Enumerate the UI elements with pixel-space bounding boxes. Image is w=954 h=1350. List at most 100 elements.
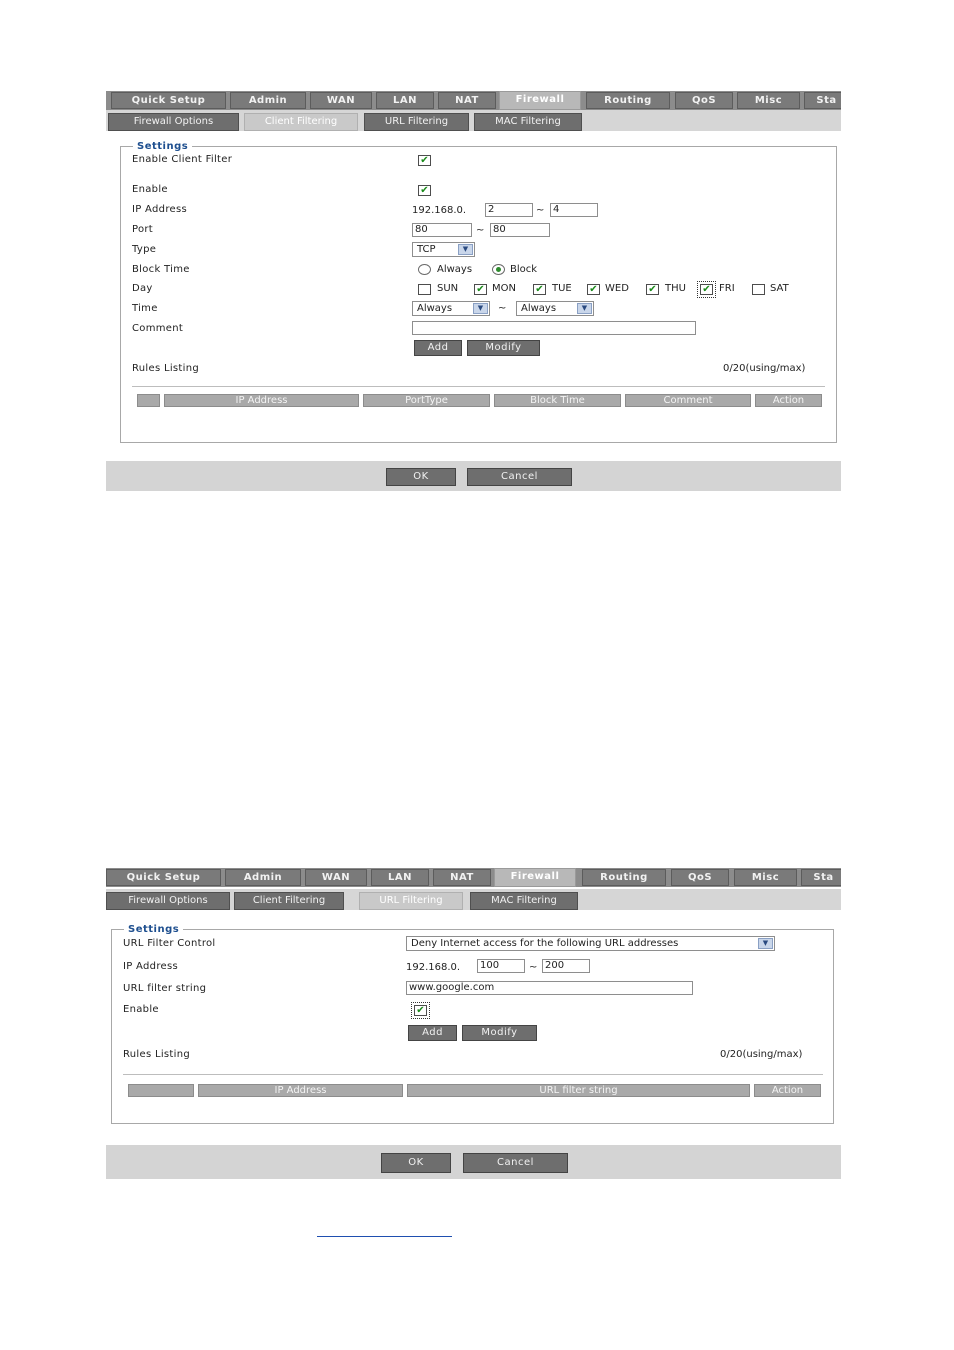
tab-misc[interactable]: Misc [737, 92, 800, 109]
tab-nat[interactable]: NAT [438, 92, 496, 109]
tab-qos[interactable]: QoS [675, 92, 733, 109]
enable-client-filter-label: Enable Client Filter [132, 154, 233, 165]
comment-input[interactable] [412, 321, 696, 335]
port-start-input[interactable]: 80 [412, 223, 472, 237]
url-filter-content: Settings URL Filter Control Deny Interne… [106, 910, 841, 1145]
chevron-down-icon: ▼ [458, 244, 473, 255]
client-filtering-panel: Quick Setup Admin WAN LAN NAT Firewall R… [106, 91, 841, 491]
url-filter-string-input[interactable]: www.google.com [406, 981, 693, 995]
block-time-block-radio[interactable] [492, 264, 505, 275]
col-action-header: Action [755, 394, 822, 407]
day-sat-checkbox[interactable] [752, 284, 765, 295]
block-time-block-label: Block [510, 264, 538, 275]
url-filtering-panel: Quick Setup Admin WAN LAN NAT Firewall R… [106, 868, 841, 1179]
tab-admin[interactable]: Admin [225, 869, 301, 886]
port-end-input[interactable]: 80 [490, 223, 550, 237]
firewall-subnav: Firewall Options Client Filtering URL Fi… [106, 889, 841, 910]
port-range-tilde: ~ [476, 225, 485, 236]
ip-prefix: 192.168.0. [406, 962, 461, 973]
add-button[interactable]: Add [408, 1025, 457, 1041]
ip-start-input[interactable]: 100 [477, 959, 525, 973]
day-mon-checkbox[interactable]: ✔ [474, 284, 487, 295]
col-url-filter-string-header: URL filter string [407, 1084, 750, 1097]
ok-button[interactable]: OK [381, 1153, 451, 1173]
port-label: Port [132, 224, 154, 235]
col-select-header [137, 394, 160, 407]
tab-wan[interactable]: WAN [310, 92, 372, 109]
ip-end-input[interactable]: 200 [542, 959, 590, 973]
tab-lan[interactable]: LAN [371, 869, 429, 886]
day-wed-checkbox[interactable]: ✔ [587, 284, 600, 295]
url-filter-control-select[interactable]: Deny Internet access for the following U… [406, 936, 775, 951]
enable-label: Enable [123, 1004, 159, 1015]
cancel-button[interactable]: Cancel [467, 468, 572, 486]
hyperlink-underline[interactable] [317, 1236, 452, 1237]
tab-misc[interactable]: Misc [734, 869, 797, 886]
main-nav: Quick Setup Admin WAN LAN NAT Firewall R… [106, 868, 841, 887]
subtab-client-filtering[interactable]: Client Filtering [234, 892, 344, 910]
subtab-url-filtering[interactable]: URL Filtering [364, 113, 469, 131]
enable-client-filter-checkbox[interactable]: ✔ [418, 155, 431, 166]
modify-button[interactable]: Modify [462, 1025, 537, 1041]
subtab-mac-filtering[interactable]: MAC Filtering [470, 892, 578, 910]
tab-status[interactable]: Sta [801, 869, 841, 886]
tab-quick-setup[interactable]: Quick Setup [111, 92, 226, 109]
url-filter-control-value: Deny Internet access for the following U… [411, 938, 679, 949]
tab-qos[interactable]: QoS [671, 869, 729, 886]
day-sun-checkbox[interactable] [418, 284, 431, 295]
tab-routing[interactable]: Routing [586, 92, 670, 109]
tab-nat[interactable]: NAT [433, 869, 491, 886]
day-thu-checkbox[interactable]: ✔ [646, 284, 659, 295]
subtab-url-filtering[interactable]: URL Filtering [359, 892, 463, 910]
time-end-select[interactable]: Always ▼ [516, 301, 594, 316]
url-filter-string-label: URL filter string [123, 983, 207, 994]
subtab-firewall-options[interactable]: Firewall Options [106, 892, 230, 910]
form-footer: OK Cancel [106, 1145, 841, 1179]
ip-end-input[interactable]: 4 [550, 203, 598, 217]
tab-routing[interactable]: Routing [582, 869, 666, 886]
time-start-select[interactable]: Always ▼ [412, 301, 490, 316]
tab-lan[interactable]: LAN [376, 92, 434, 109]
type-select[interactable]: TCP ▼ [412, 242, 475, 257]
enable-checkbox[interactable]: ✔ [411, 1002, 430, 1019]
col-porttype-header: PortType [363, 394, 490, 407]
col-ip-address-header: IP Address [164, 394, 359, 407]
main-nav: Quick Setup Admin WAN LAN NAT Firewall R… [106, 91, 841, 110]
modify-button[interactable]: Modify [467, 340, 540, 356]
tab-firewall[interactable]: Firewall [499, 91, 581, 110]
day-thu-label: THU [665, 283, 686, 294]
settings-legend: Settings [128, 924, 180, 935]
ip-range-tilde: ~ [529, 962, 538, 973]
chevron-down-icon: ▼ [577, 303, 592, 314]
comment-label: Comment [132, 323, 184, 334]
block-time-always-radio[interactable] [418, 264, 431, 275]
ip-range-tilde: ~ [536, 205, 545, 216]
subtab-client-filtering[interactable]: Client Filtering [244, 113, 358, 131]
tab-status[interactable]: Sta [804, 92, 841, 109]
time-range-tilde: ~ [498, 303, 507, 314]
time-start-value: Always [417, 303, 453, 314]
form-footer: OK Cancel [106, 461, 841, 491]
block-time-label: Block Time [132, 264, 190, 275]
tab-quick-setup[interactable]: Quick Setup [106, 869, 221, 886]
tab-admin[interactable]: Admin [230, 92, 306, 109]
ip-start-input[interactable]: 2 [485, 203, 533, 217]
subtab-mac-filtering[interactable]: MAC Filtering [474, 113, 582, 131]
tab-wan[interactable]: WAN [305, 869, 367, 886]
day-fri-checkbox[interactable]: ✔ [697, 281, 716, 298]
day-tue-checkbox[interactable]: ✔ [533, 284, 546, 295]
add-button[interactable]: Add [414, 340, 462, 356]
col-block-time-header: Block Time [494, 394, 621, 407]
rules-listing-label: Rules Listing [123, 1049, 191, 1060]
rules-listing-label: Rules Listing [132, 363, 200, 374]
tab-firewall[interactable]: Firewall [494, 868, 576, 887]
subtab-firewall-options[interactable]: Firewall Options [108, 113, 239, 131]
ok-button[interactable]: OK [386, 468, 456, 486]
rules-count: 0/20(using/max) [723, 363, 806, 374]
day-wed-label: WED [605, 283, 629, 294]
col-ip-address-header: IP Address [198, 1084, 403, 1097]
settings-legend: Settings [137, 141, 189, 152]
cancel-button[interactable]: Cancel [463, 1153, 568, 1173]
enable-checkbox[interactable]: ✔ [418, 185, 431, 196]
url-filter-control-label: URL Filter Control [123, 938, 216, 949]
